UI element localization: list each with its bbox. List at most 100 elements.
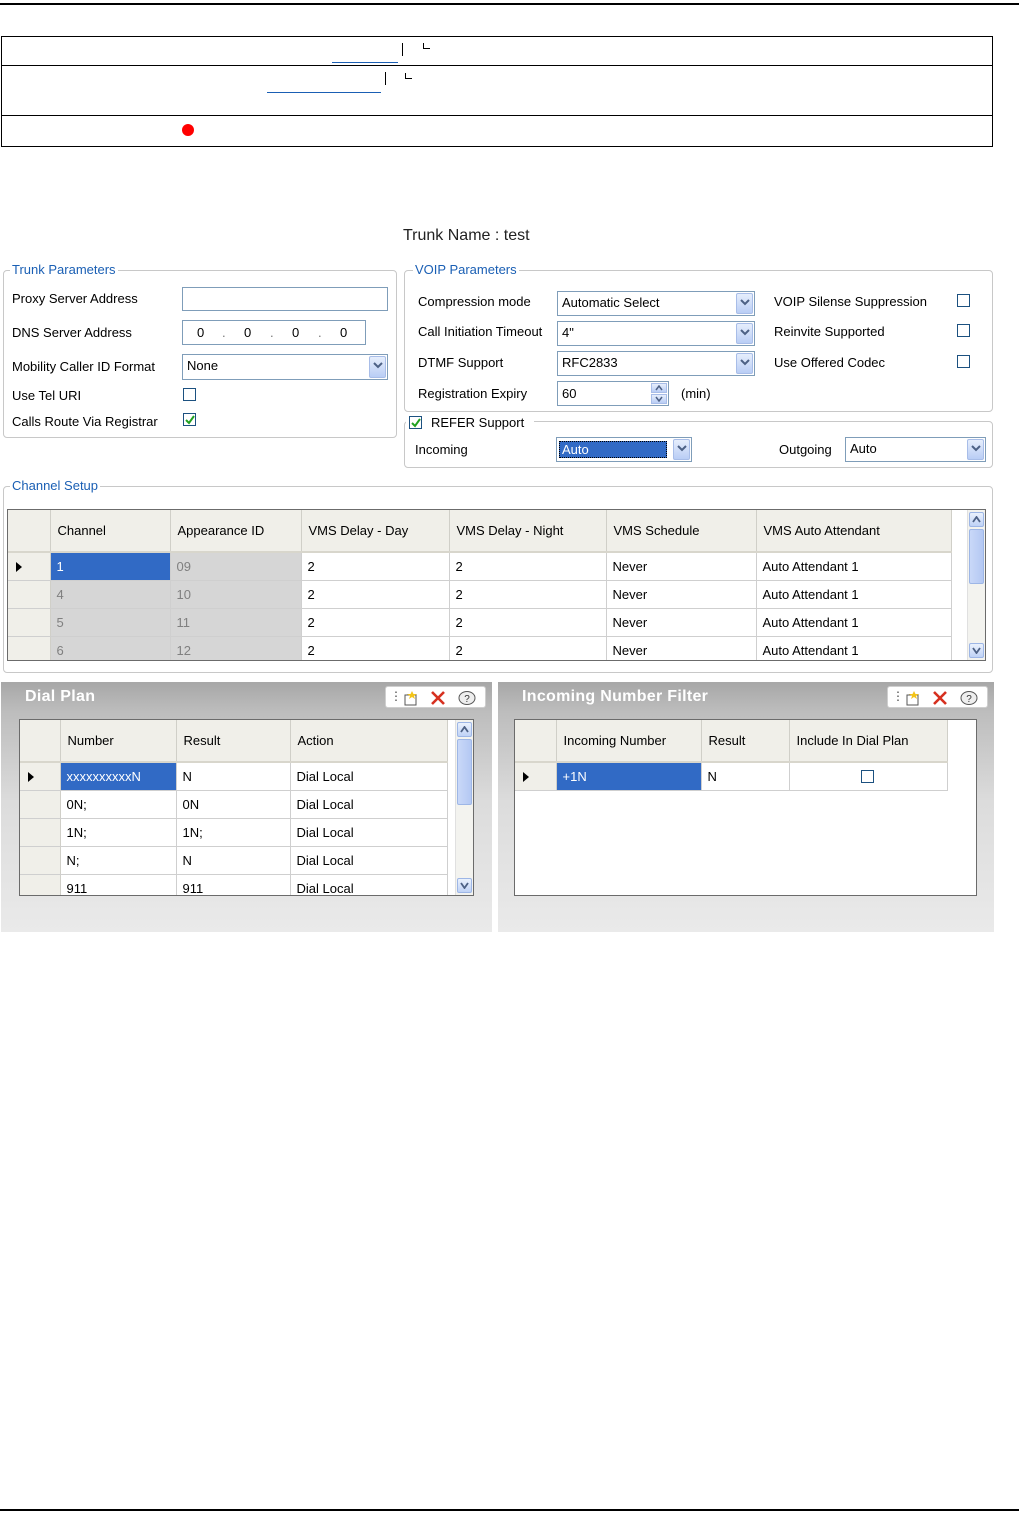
- table-row[interactable]: 1 09 2 2 Never Auto Attendant 1: [8, 552, 952, 581]
- column-header-result[interactable]: Result: [176, 720, 291, 763]
- delete-icon[interactable]: [932, 690, 948, 706]
- column-header-vms-schedule[interactable]: VMS Schedule: [606, 510, 757, 553]
- column-header-action[interactable]: Action: [290, 720, 448, 763]
- mobility-caller-id-select[interactable]: None: [182, 354, 388, 380]
- column-header-vms-delay-night[interactable]: VMS Delay - Night: [449, 510, 607, 553]
- cell-action[interactable]: Dial Local: [290, 846, 448, 875]
- delete-icon[interactable]: [430, 690, 446, 706]
- row-selector[interactable]: [20, 874, 61, 895]
- cell-number[interactable]: xxxxxxxxxxN: [60, 762, 177, 791]
- row-selector[interactable]: [8, 580, 51, 609]
- dial-plan-scrollbar[interactable]: [455, 720, 473, 895]
- cell-vms-schedule[interactable]: Never: [606, 552, 757, 581]
- row-selector[interactable]: [515, 762, 557, 791]
- cell-vms-auto-attendant[interactable]: Auto Attendant 1: [756, 552, 952, 581]
- cell-vms-delay-day[interactable]: 2: [301, 552, 450, 581]
- add-new-icon[interactable]: [402, 690, 420, 706]
- column-header-channel[interactable]: Channel: [50, 510, 171, 553]
- dns-server-input[interactable]: 0 . 0 . 0 . 0: [182, 320, 366, 345]
- dtmf-support-select[interactable]: RFC2833: [557, 351, 755, 376]
- dropdown-button[interactable]: [736, 323, 753, 344]
- cell-incoming-number[interactable]: +1N: [556, 762, 702, 791]
- row-selector[interactable]: [20, 790, 61, 819]
- table-row[interactable]: 911 911 Dial Local: [20, 874, 448, 895]
- table-row[interactable]: 0N; 0N Dial Local: [20, 790, 448, 819]
- call-initiation-select[interactable]: 4": [557, 321, 755, 346]
- cell-action[interactable]: Dial Local: [290, 818, 448, 847]
- row-selector[interactable]: [20, 762, 61, 791]
- proxy-server-input[interactable]: [182, 287, 388, 311]
- dns-octet-4[interactable]: 0: [340, 325, 347, 340]
- cell-action[interactable]: Dial Local: [290, 790, 448, 819]
- dns-octet-1[interactable]: 0: [197, 325, 204, 340]
- column-header-appearance-id[interactable]: Appearance ID: [170, 510, 302, 553]
- table-row[interactable]: N; N Dial Local: [20, 846, 448, 875]
- cell-vms-delay-night[interactable]: 2: [449, 552, 607, 581]
- column-header-vms-delay-day[interactable]: VMS Delay - Day: [301, 510, 450, 553]
- row-selector[interactable]: [8, 636, 51, 660]
- spinner-up-button[interactable]: [651, 383, 667, 393]
- add-new-icon[interactable]: [904, 690, 922, 706]
- cell-vms-schedule[interactable]: Never: [606, 580, 757, 609]
- use-tel-uri-checkbox[interactable]: [183, 388, 196, 401]
- scroll-thumb[interactable]: [457, 739, 472, 805]
- scroll-up-button[interactable]: [969, 512, 984, 527]
- row-selector[interactable]: [8, 608, 51, 637]
- silence-suppression-checkbox[interactable]: [957, 294, 970, 307]
- registration-expiry-spinner[interactable]: 60: [557, 381, 669, 406]
- incoming-select[interactable]: Auto: [556, 437, 692, 462]
- cell-vms-schedule[interactable]: Never: [606, 608, 757, 637]
- cell-include-in-dial-plan[interactable]: [789, 762, 948, 791]
- cell-vms-schedule[interactable]: Never: [606, 636, 757, 660]
- column-header-vms-auto-attendant[interactable]: VMS Auto Attendant: [756, 510, 952, 553]
- table-row[interactable]: 1N; 1N; Dial Local: [20, 818, 448, 847]
- cell-result[interactable]: N: [701, 762, 790, 791]
- spinner-down-button[interactable]: [651, 394, 667, 404]
- row-selector[interactable]: [20, 818, 61, 847]
- column-header-result[interactable]: Result: [701, 720, 790, 763]
- cell-vms-auto-attendant[interactable]: Auto Attendant 1: [756, 608, 952, 637]
- cell-vms-delay-day[interactable]: 2: [301, 636, 450, 660]
- column-header-number[interactable]: Number: [60, 720, 177, 763]
- cell-vms-auto-attendant[interactable]: Auto Attendant 1: [756, 636, 952, 660]
- scroll-thumb[interactable]: [969, 529, 984, 584]
- help-icon[interactable]: ?: [960, 690, 978, 706]
- row-selector[interactable]: [20, 846, 61, 875]
- dropdown-button[interactable]: [736, 293, 753, 314]
- dropdown-button[interactable]: [967, 439, 984, 460]
- cell-number[interactable]: 911: [60, 874, 177, 895]
- refer-support-checkbox[interactable]: [409, 416, 422, 429]
- dropdown-button[interactable]: [673, 439, 690, 460]
- nav-link-1[interactable]: [332, 50, 398, 63]
- cell-number[interactable]: 1N;: [60, 818, 177, 847]
- cell-number[interactable]: N;: [60, 846, 177, 875]
- cell-result[interactable]: 911: [176, 874, 291, 895]
- dropdown-button[interactable]: [736, 353, 753, 374]
- scroll-up-button[interactable]: [457, 722, 472, 737]
- include-in-dial-plan-checkbox[interactable]: [860, 770, 874, 783]
- cell-vms-delay-night[interactable]: 2: [449, 580, 607, 609]
- scroll-down-button[interactable]: [969, 643, 984, 658]
- compression-mode-select[interactable]: Automatic Select: [557, 291, 755, 316]
- cell-vms-auto-attendant[interactable]: Auto Attendant 1: [756, 580, 952, 609]
- cell-result[interactable]: N: [176, 846, 291, 875]
- dropdown-button[interactable]: [369, 356, 386, 378]
- table-row[interactable]: +1N N: [515, 762, 948, 791]
- help-icon[interactable]: ?: [458, 690, 476, 706]
- nav-link-2[interactable]: [267, 80, 381, 93]
- offered-codec-checkbox[interactable]: [957, 355, 970, 368]
- cell-channel[interactable]: 1: [50, 552, 171, 581]
- cell-vms-delay-night[interactable]: 2: [449, 636, 607, 660]
- reinvite-supported-checkbox[interactable]: [957, 324, 970, 337]
- cell-action[interactable]: Dial Local: [290, 762, 448, 791]
- cell-result[interactable]: 1N;: [176, 818, 291, 847]
- scroll-down-button[interactable]: [457, 878, 472, 893]
- row-selector[interactable]: [8, 552, 51, 581]
- column-header-incoming-number[interactable]: Incoming Number: [556, 720, 702, 763]
- dns-octet-3[interactable]: 0: [292, 325, 299, 340]
- table-row[interactable]: 4 10 2 2 Never Auto Attendant 1: [8, 580, 952, 609]
- channel-grid-scrollbar[interactable]: [967, 510, 985, 660]
- cell-vms-delay-day[interactable]: 2: [301, 608, 450, 637]
- column-header-include-in-dial-plan[interactable]: Include In Dial Plan: [789, 720, 948, 763]
- cell-action[interactable]: Dial Local: [290, 874, 448, 895]
